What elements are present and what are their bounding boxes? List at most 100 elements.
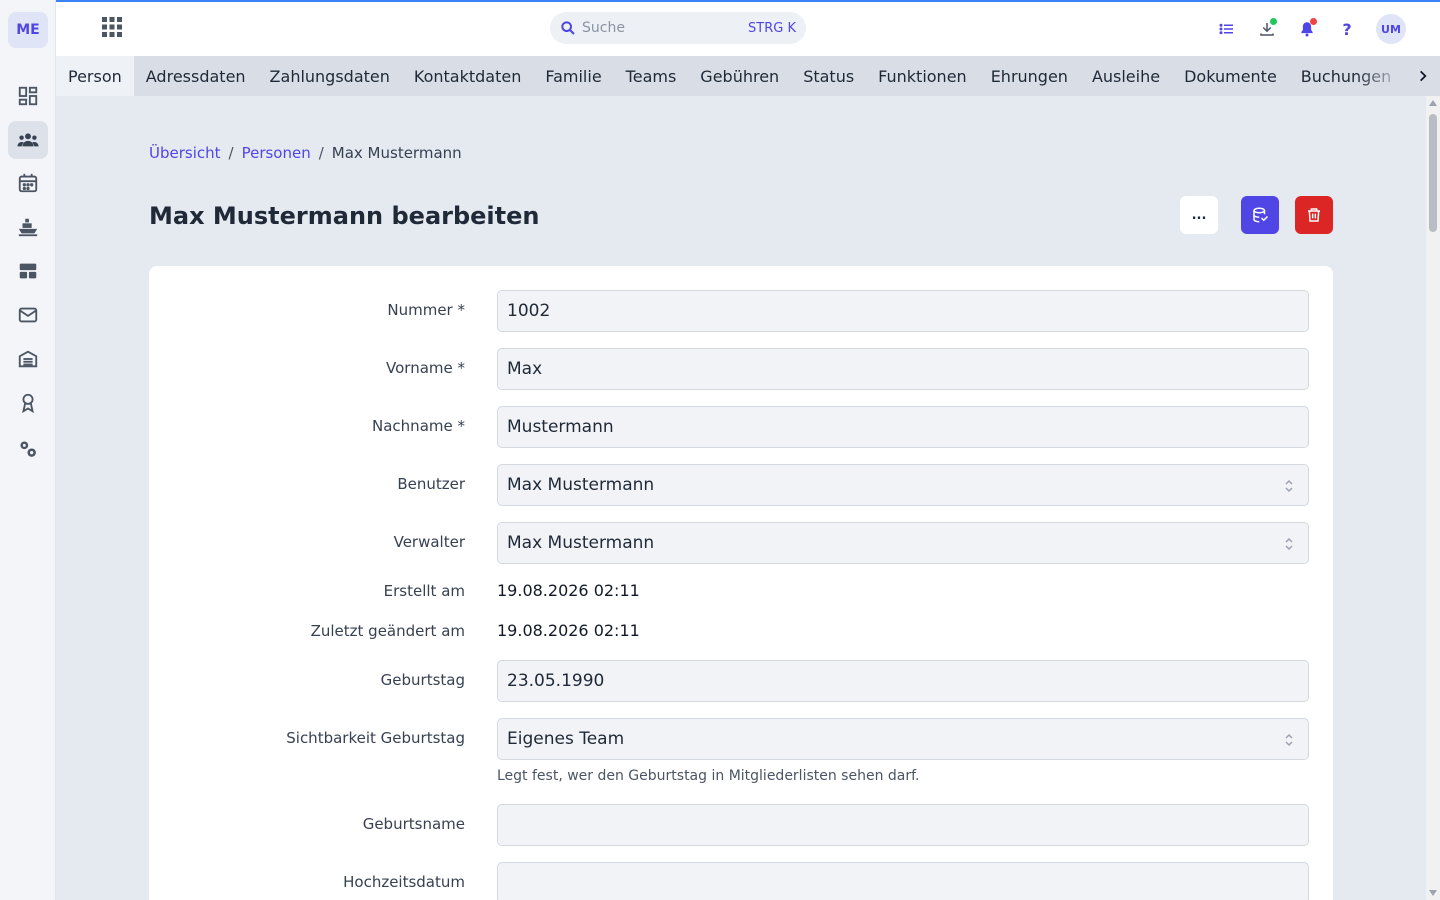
nummer-input[interactable]: 1002 bbox=[497, 290, 1309, 332]
breadcrumb-link-personen[interactable]: Personen bbox=[242, 144, 311, 162]
top-actions: ? UM bbox=[1216, 14, 1406, 44]
search-input[interactable] bbox=[582, 20, 732, 36]
sichtbarkeit-label: Sichtbarkeit Geburtstag bbox=[286, 729, 465, 747]
mail-icon bbox=[18, 307, 38, 323]
nachname-label: Nachname * bbox=[372, 417, 465, 435]
sichtbarkeit-selected-value: Eigenes Team bbox=[507, 729, 625, 749]
nachname-input[interactable]: Mustermann bbox=[497, 406, 1309, 448]
notification-dot bbox=[1310, 18, 1317, 25]
geburtstag-input[interactable]: 23.05.1990 bbox=[497, 660, 1309, 702]
downloads-status-dot bbox=[1270, 18, 1277, 25]
calendar-icon bbox=[18, 173, 38, 193]
geaendert-value: 19.08.2026 02:11 bbox=[497, 621, 640, 640]
geburtsname-input[interactable] bbox=[497, 804, 1309, 846]
award-icon bbox=[22, 393, 34, 414]
tab-adressdaten[interactable]: Adressdaten bbox=[134, 56, 258, 96]
erstellt-value: 19.08.2026 02:11 bbox=[497, 581, 640, 600]
search-shortcut: STRG K bbox=[748, 20, 796, 36]
page-title: Max Mustermann bearbeiten bbox=[149, 202, 540, 230]
tab-funktionen[interactable]: Funktionen bbox=[866, 56, 979, 96]
geburtsname-label: Geburtsname bbox=[362, 815, 465, 833]
list-button[interactable] bbox=[1216, 18, 1238, 40]
tab-scroll-right-button[interactable] bbox=[1406, 56, 1440, 96]
tab-gebuehren[interactable]: Gebühren bbox=[688, 56, 791, 96]
verwalter-label: Verwalter bbox=[393, 533, 465, 551]
hochzeitsdatum-input[interactable] bbox=[497, 862, 1309, 900]
sidebar-item-mail[interactable] bbox=[8, 296, 48, 334]
tab-person[interactable]: Person bbox=[56, 56, 134, 96]
sidebar-item-settings[interactable] bbox=[8, 430, 48, 468]
tab-ausleihe[interactable]: Ausleihe bbox=[1080, 56, 1172, 96]
benutzer-selected-value: Max Mustermann bbox=[507, 475, 655, 495]
page-scrollbar[interactable] bbox=[1426, 96, 1440, 900]
scroll-thumb[interactable] bbox=[1429, 114, 1437, 232]
breadcrumb-separator: / bbox=[228, 144, 234, 162]
sidebar: ME bbox=[0, 0, 56, 900]
ship-icon bbox=[18, 218, 38, 237]
table-icon bbox=[19, 263, 37, 279]
geburtstag-label: Geburtstag bbox=[380, 671, 465, 689]
select-chevron-icon bbox=[1285, 479, 1293, 493]
verwalter-selected-value: Max Mustermann bbox=[507, 533, 655, 553]
hochzeitsdatum-label: Hochzeitsdatum bbox=[343, 873, 465, 891]
apps-grid-button[interactable] bbox=[100, 15, 124, 39]
tab-familie[interactable]: Familie bbox=[533, 56, 613, 96]
breadcrumb-current: Max Mustermann bbox=[331, 144, 462, 162]
sidebar-item-award[interactable] bbox=[8, 384, 48, 422]
tab-status[interactable]: Status bbox=[791, 56, 866, 96]
save-button[interactable] bbox=[1241, 196, 1279, 234]
benutzer-label: Benutzer bbox=[397, 475, 465, 493]
help-icon: ? bbox=[1342, 19, 1352, 39]
scroll-up-arrow[interactable] bbox=[1429, 100, 1437, 106]
sidebar-item-warehouse[interactable] bbox=[8, 340, 48, 378]
help-button[interactable]: ? bbox=[1336, 18, 1358, 40]
tab-ehrungen[interactable]: Ehrungen bbox=[979, 56, 1080, 96]
notifications-button[interactable] bbox=[1296, 18, 1318, 40]
geaendert-label: Zuletzt geändert am bbox=[310, 622, 465, 640]
sichtbarkeit-hint: Legt fest, wer den Geburtstag in Mitglie… bbox=[497, 768, 920, 784]
trash-icon bbox=[1308, 208, 1320, 222]
app-logo[interactable]: ME bbox=[8, 12, 48, 48]
settings-icon bbox=[20, 441, 36, 457]
delete-button[interactable] bbox=[1295, 196, 1333, 234]
sidebar-item-people[interactable] bbox=[8, 121, 48, 159]
select-chevron-icon bbox=[1285, 733, 1293, 747]
list-icon bbox=[1219, 23, 1233, 35]
sidebar-item-ship[interactable] bbox=[8, 208, 48, 246]
scroll-down-arrow[interactable] bbox=[1429, 890, 1437, 896]
tab-kontaktdaten[interactable]: Kontaktdaten bbox=[402, 56, 533, 96]
erstellt-label: Erstellt am bbox=[383, 582, 465, 600]
apps-grid-icon bbox=[102, 17, 122, 37]
dashboard-icon bbox=[18, 86, 38, 106]
tab-bar: Person Adressdaten Zahlungsdaten Kontakt… bbox=[56, 56, 1440, 96]
top-bar: STRG K ? UM bbox=[56, 2, 1440, 56]
sidebar-item-calendar[interactable] bbox=[8, 164, 48, 202]
save-database-icon bbox=[1253, 207, 1269, 223]
sichtbarkeit-select[interactable]: Eigenes Team bbox=[497, 718, 1309, 760]
tab-zahlungsdaten[interactable]: Zahlungsdaten bbox=[258, 56, 402, 96]
breadcrumb-link-uebersicht[interactable]: Übersicht bbox=[149, 144, 221, 162]
verwalter-select[interactable]: Max Mustermann bbox=[497, 522, 1309, 564]
vorname-input[interactable]: Max bbox=[497, 348, 1309, 390]
tab-list: Person Adressdaten Zahlungsdaten Kontakt… bbox=[56, 56, 1406, 96]
sidebar-item-table[interactable] bbox=[8, 252, 48, 290]
tab-overflow-fade bbox=[1356, 56, 1406, 96]
people-icon bbox=[17, 133, 39, 147]
chevron-right-icon bbox=[1420, 70, 1427, 82]
benutzer-select[interactable]: Max Mustermann bbox=[497, 464, 1309, 506]
more-actions-button[interactable]: ... bbox=[1180, 196, 1218, 234]
person-form-card: Nummer * 1002 Vorname * Max Nachname * M… bbox=[149, 266, 1333, 900]
nummer-label: Nummer * bbox=[387, 301, 465, 319]
breadcrumb: Übersicht / Personen / Max Mustermann bbox=[149, 144, 462, 162]
downloads-button[interactable] bbox=[1256, 18, 1278, 40]
search-icon bbox=[561, 21, 575, 35]
warehouse-icon bbox=[18, 350, 38, 368]
user-avatar[interactable]: UM bbox=[1376, 14, 1406, 44]
breadcrumb-separator: / bbox=[318, 144, 324, 162]
tab-teams[interactable]: Teams bbox=[614, 56, 689, 96]
select-chevron-icon bbox=[1285, 537, 1293, 551]
tab-dokumente[interactable]: Dokumente bbox=[1172, 56, 1289, 96]
search-bar[interactable]: STRG K bbox=[550, 12, 806, 44]
vorname-label: Vorname * bbox=[386, 359, 465, 377]
sidebar-item-dashboard[interactable] bbox=[8, 77, 48, 115]
